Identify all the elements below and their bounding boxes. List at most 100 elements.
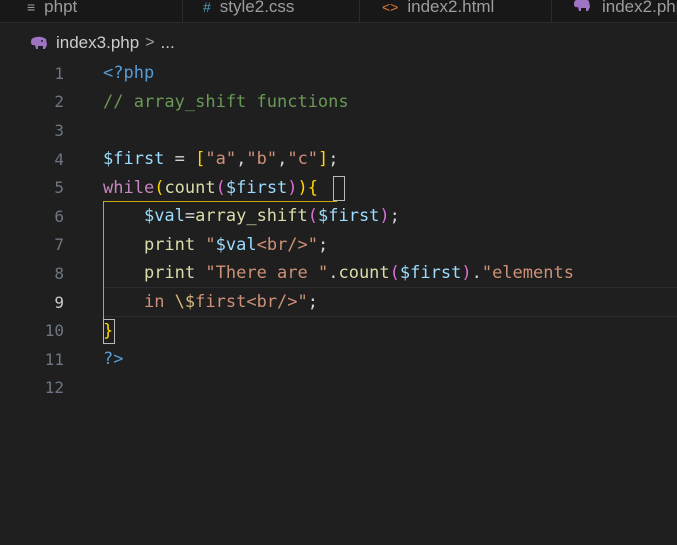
code-token: , [277,149,288,170]
breadcrumb-more[interactable]: ... [161,33,175,53]
code-text: ?> [103,349,123,369]
tab-index2-php[interactable]: index2.php [573,0,677,22]
code-token: $val [215,234,257,255]
php-elephant-icon [31,36,47,49]
line-number: 10 [44,321,64,341]
code-token: ; [318,234,329,255]
code-editor[interactable]: 1 <?php 2 // array_shift functions 3 4 $first … [0,59,677,545]
code-token: ?> [103,349,124,370]
code-line[interactable]: 6 $val=array_shift($first); [0,202,677,231]
line-number: 8 [54,263,64,283]
code-text: $first = ["a","b","c"]; [103,149,339,169]
code-line[interactable]: 11 ?> [0,345,677,374]
code-token: ( [307,206,318,227]
editor-tab-strip: ≡ phpt # style2.css <> index2.html index… [0,0,677,23]
code-token: ; [307,292,318,313]
line-number: 3 [54,120,64,140]
code-token: $first [318,206,380,227]
code-token: print [143,263,196,284]
code-token: "b" [246,149,278,170]
code-line[interactable]: 3 [0,116,677,145]
tab-style2-css[interactable]: # style2.css [203,0,294,22]
code-token: ; [328,149,339,170]
line-number: 2 [54,92,64,112]
tab-phpt[interactable]: ≡ phpt [27,0,77,22]
code-token: ) [379,206,390,227]
code-token: print [143,234,196,255]
code-token: " [205,234,216,255]
code-line[interactable]: 8 print "There are ".count($first)."elem… [0,259,677,288]
code-token: } [103,320,114,341]
code-token: = [184,206,196,227]
line-number: 9 [54,292,64,312]
code-token: ) [461,263,472,284]
code-line[interactable]: 4 $first = ["a","b","c"]; [0,145,677,174]
line-number: 1 [54,63,64,83]
code-token: // array_shift functions [103,91,349,112]
chevron-right-icon: > [145,34,155,51]
code-token: while [103,177,155,198]
code-text: $val=array_shift($first); [103,206,400,226]
code-token: { [307,177,319,198]
tab-label: style2.css [219,0,295,16]
code-line[interactable]: 9 in \$first<br/>"; [0,288,677,317]
code-token: in [143,292,175,313]
breadcrumb: index3.php > ... [30,33,175,53]
code-line[interactable]: 2 // array_shift functions [0,88,677,117]
code-text: print "$val<br/>"; [103,235,328,255]
code-token: ( [215,177,226,198]
tab-label: phpt [44,0,78,16]
tab-index2-html[interactable]: <> index2.html [382,0,494,22]
code-token: ) [297,177,308,198]
code-token: . [328,263,339,284]
tab-separator [551,0,552,22]
code-text: <?php [103,63,154,83]
tab-separator [182,0,183,22]
line-number: 7 [54,235,64,255]
code-token: ( [154,177,165,198]
css-hash-icon: # [203,0,211,15]
tab-label: index2.php [602,0,677,16]
code-line[interactable]: 10} [0,316,677,345]
code-token: $first [225,177,288,198]
tab-separator [359,0,360,22]
code-token: ) [287,177,298,198]
code-token: count [338,263,390,284]
code-token: . [471,263,482,284]
line-number: 12 [44,378,64,398]
line-number: 5 [54,178,64,198]
code-token: = [164,149,196,170]
html-brackets-icon: <> [382,0,399,15]
code-text: in \$first<br/>"; [103,292,318,312]
code-token: <br/>" [256,234,319,255]
code-token: "There are " [205,263,329,284]
code-line[interactable]: 7 print "$val<br/>"; [0,231,677,260]
code-token: $first [399,263,462,284]
code-token: "c" [287,149,319,170]
code-token: ( [389,263,400,284]
tab-label: index2.html [407,0,495,16]
code-line[interactable]: 5 while(count($first)){ [0,173,677,202]
code-token: $first [103,149,165,170]
code-token: $val [143,206,185,227]
code-text: // array_shift functions [103,92,349,112]
code-token: [ [195,149,206,170]
code-text: } [103,321,113,341]
list-icon: ≡ [27,0,36,15]
code-token: \$ [174,292,196,313]
code-token: ] [318,149,329,170]
code-token: "elements [481,263,574,284]
line-number: 11 [44,349,64,369]
code-token: , [236,149,247,170]
line-number: 6 [54,206,64,226]
breadcrumb-file[interactable]: index3.php [56,33,139,53]
code-line[interactable]: 12 [0,374,677,403]
code-line[interactable]: 1 <?php [0,59,677,88]
code-token: first<br/>" [195,292,308,313]
line-number: 4 [54,149,64,169]
